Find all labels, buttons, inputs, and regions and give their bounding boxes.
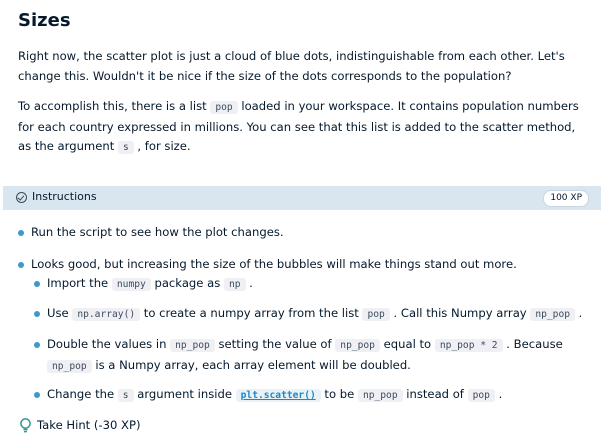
code-np-pop: np_pop	[170, 339, 215, 352]
bullet-icon	[34, 311, 40, 317]
text: to be	[320, 387, 358, 401]
code-numpy: numpy	[111, 278, 151, 291]
code-np-pop: np_pop	[47, 359, 92, 373]
bullet-icon	[34, 392, 40, 398]
bullet-icon	[34, 342, 40, 348]
text: .	[245, 276, 253, 290]
instruction-double: Double the values in np_pop setting the …	[47, 335, 587, 376]
code-np-pop: np_pop	[335, 339, 380, 352]
code-np-pop: np_pop	[530, 308, 575, 321]
code-pop: pop	[362, 308, 390, 321]
intro-paragraph-1: Right now, the scatter plot is just a cl…	[18, 49, 565, 83]
instructions-label: Instructions	[32, 190, 97, 203]
instruction-change: Change the s argument inside plt.scatter…	[47, 385, 502, 406]
text: . Because	[502, 337, 563, 351]
code-pop: pop	[210, 101, 238, 114]
instruction-use: Use np.array() to create a numpy array f…	[47, 304, 582, 325]
text: Import the	[47, 276, 112, 290]
check-circle-icon	[16, 192, 27, 203]
text: to create a numpy array from the list	[140, 306, 363, 320]
take-hint-label: Take Hint (-30 XP)	[37, 418, 141, 432]
text: To accomplish this, there is a list	[18, 99, 211, 113]
lightbulb-icon	[20, 418, 31, 433]
instruction-looks-good: Looks good, but increasing the size of t…	[31, 257, 517, 271]
bullet-icon	[18, 262, 24, 268]
text: , for size.	[133, 139, 191, 153]
instruction-import: Import the numpy package as np .	[47, 274, 253, 295]
code-s: s	[117, 389, 134, 402]
code-np-pop: np_pop	[357, 389, 403, 402]
plt-scatter-link[interactable]: plt.scatter()	[235, 389, 321, 402]
bullet-icon	[18, 230, 24, 236]
bullet-icon	[34, 281, 40, 287]
code-s: s	[117, 141, 134, 154]
text: Use	[47, 306, 73, 320]
text: is a Numpy array, each array element wil…	[91, 357, 411, 372]
text: .	[575, 306, 583, 320]
text: .	[494, 387, 503, 401]
code-np-pop-times-2: np_pop * 2	[434, 339, 503, 352]
instruction-run: Run the script to see how the plot chang…	[31, 225, 284, 239]
text: . Call this Numpy array	[389, 306, 531, 320]
text: setting the value of	[214, 337, 336, 351]
code-pop: pop	[467, 389, 495, 402]
intro-paragraph-2: To accomplish this, there is a list pop …	[18, 97, 588, 158]
xp-badge: 100 XP	[543, 190, 589, 207]
code-np-array: np.array()	[72, 308, 141, 321]
text: Change the	[47, 387, 118, 401]
text: package as	[150, 276, 224, 290]
exercise-title: Sizes	[18, 10, 71, 31]
text: instead of	[402, 387, 468, 401]
text: equal to	[379, 337, 435, 351]
text: Double the values in	[47, 337, 171, 351]
instructions-bar[interactable]: Instructions 100 XP	[3, 186, 601, 210]
code-np: np	[223, 278, 246, 291]
text: argument inside	[133, 387, 236, 401]
